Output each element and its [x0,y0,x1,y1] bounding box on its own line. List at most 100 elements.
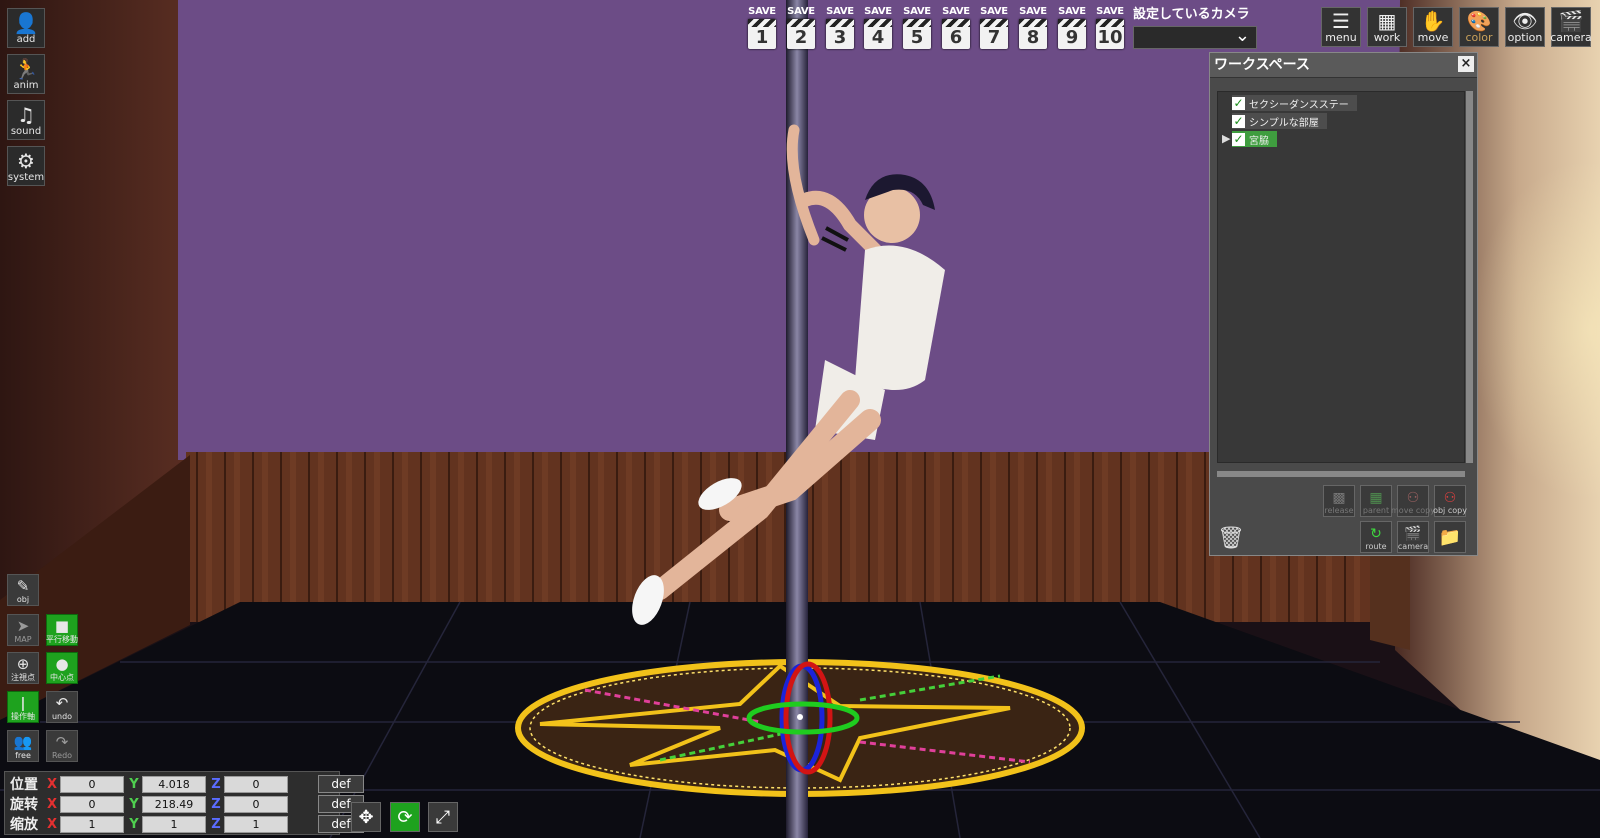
focus-point-button[interactable]: ⊕ 注視点 [7,652,39,684]
option-label: option [1507,31,1543,44]
obj-button[interactable]: ✎ obj [7,574,39,606]
move-arrows-icon: ✥ [358,806,374,828]
release-label: release [1324,506,1354,515]
obj-label: obj [16,595,30,604]
release-button[interactable]: ▩ release [1323,485,1355,517]
save-slot-7[interactable]: SAVE 7 [978,6,1010,52]
tree-item-label: シンプルな部屋 [1249,117,1319,129]
save-number: 2 [794,27,808,48]
eye-icon: 👁 [1512,9,1538,33]
save-slot-10[interactable]: SAVE 10 [1094,6,1126,52]
save-slot-3[interactable]: SAVE 3 [824,6,856,52]
save-slot-6[interactable]: SAVE 6 [940,6,972,52]
camera-select-box[interactable]: ⌄ [1133,25,1257,49]
system-button[interactable]: ⚙ system [7,146,45,186]
tree-item[interactable]: ✓ セクシーダンスステー [1232,95,1357,111]
work-label: work [1373,31,1401,44]
square-icon: ■ [54,617,70,635]
move-label: move [1417,31,1449,44]
redo-button[interactable]: ↷ Redo [46,730,78,762]
music-note-icon: ♫ [17,103,35,127]
rotation-x-field[interactable]: 0 [60,795,124,813]
save-slot-1[interactable]: SAVE 1 [746,6,778,52]
position-y-field[interactable]: 4.018 [142,775,206,793]
position-x-field[interactable]: 0 [60,775,124,793]
obj-copy-button[interactable]: ⚇ obj copy [1433,485,1467,517]
center-point-label: 中心点 [50,673,74,682]
axis-x-label: X [46,816,58,832]
focus-point-label: 注視点 [11,673,35,682]
rotation-z-field[interactable]: 0 [224,795,288,813]
camera-button[interactable]: 🎬 camera [1550,7,1592,47]
position-def-button[interactable]: def [318,775,364,793]
chevron-down-icon: ⌄ [1234,25,1250,46]
rotation-y-field[interactable]: 218.49 [142,795,206,813]
close-button[interactable]: × [1458,56,1474,72]
camera-select[interactable]: 設定しているカメラ ⌄ [1133,6,1257,50]
translate-mode-button[interactable]: ✥ [351,802,381,832]
checkbox-checked-icon[interactable]: ✓ [1232,114,1245,128]
workspace-tree[interactable]: ✓ セクシーダンスステー ✓ シンプルな部屋 ▶ ✓ 宮脇 [1217,91,1465,463]
folder-button[interactable]: 📁 [1434,521,1466,553]
axis-button[interactable]: ǀ 操作軸 [7,691,39,723]
color-button[interactable]: 🎨 color [1459,7,1499,47]
option-button[interactable]: 👁 option [1505,7,1545,47]
menu-label: menu [1325,31,1357,44]
axis-y-label: Y [129,816,139,832]
redo-label: Redo [51,751,73,760]
scale-y-field[interactable]: 1 [142,815,206,833]
free-button[interactable]: 👥 free [7,730,39,762]
undo-label: undo [51,712,73,721]
work-button[interactable]: ▦ work [1367,7,1407,47]
save-number: 4 [871,27,885,48]
scale-z-field[interactable]: 1 [224,815,288,833]
route-icon: ↻ [1370,526,1382,542]
expand-arrow-icon[interactable]: ▶ [1222,131,1230,147]
save-slot-2[interactable]: SAVE 2 [785,6,817,52]
save-slot-4[interactable]: SAVE 4 [862,6,894,52]
clapper-icon: 🎬 [1558,9,1584,33]
move-button[interactable]: ✋ move [1413,7,1453,47]
tree-item-selected[interactable]: ✓ 宮脇 [1232,131,1277,147]
move-copy-button[interactable]: ⚇ move copy [1391,485,1435,517]
parent-button[interactable]: ▦ parent [1360,485,1392,517]
map-label: MAP [14,635,32,644]
map-pin-icon: ➤ [16,617,30,635]
map-button[interactable]: ➤ MAP [7,614,39,646]
redo-icon: ↷ [55,733,69,751]
route-button[interactable]: ↻ route [1360,521,1392,553]
save-label: SAVE [826,6,854,17]
undo-button[interactable]: ↶ undo [46,691,78,723]
clapper-icon: 2 [787,19,815,49]
delete-button[interactable]: 🗑 [1215,521,1247,553]
save-label: SAVE [1058,6,1086,17]
checkbox-checked-icon[interactable]: ✓ [1232,132,1245,146]
parallel-move-button[interactable]: ■ 平行移動 [46,614,78,646]
save-slot-9[interactable]: SAVE 9 [1056,6,1088,52]
rotate-mode-button[interactable]: ⟳ [390,802,420,832]
save-slot-5[interactable]: SAVE 5 [901,6,933,52]
position-z-field[interactable]: 0 [224,775,288,793]
save-slot-8[interactable]: SAVE 8 [1017,6,1049,52]
sound-button[interactable]: ♫ sound [7,100,45,140]
axis-icon: ǀ [20,694,26,712]
checkbox-checked-icon[interactable]: ✓ [1232,96,1245,110]
workspace-header: ワークスペース × [1210,53,1477,78]
tree-item-label: 宮脇 [1249,135,1269,147]
horizontal-scrollbar[interactable] [1217,471,1465,477]
anim-button[interactable]: 🏃 anim [7,54,45,94]
scale-x-field[interactable]: 1 [60,815,124,833]
menu-button[interactable]: ☰ menu [1321,7,1361,47]
tree-item[interactable]: ✓ シンプルな部屋 [1232,113,1327,129]
scale-mode-button[interactable]: ⤢ [428,802,458,832]
menu-list-icon: ☰ [1332,9,1350,33]
vertical-scrollbar[interactable] [1466,91,1473,463]
center-point-button[interactable]: ● 中心点 [46,652,78,684]
close-icon: × [1460,56,1472,71]
axis-x-label: X [46,776,58,792]
camera-select-title: 設定しているカメラ [1133,7,1250,22]
add-button[interactable]: 👤 add [7,8,45,48]
clapper-icon: 10 [1096,19,1124,49]
ws-camera-button[interactable]: 🎬 camera [1397,521,1429,553]
clapper-icon: 4 [864,19,892,49]
